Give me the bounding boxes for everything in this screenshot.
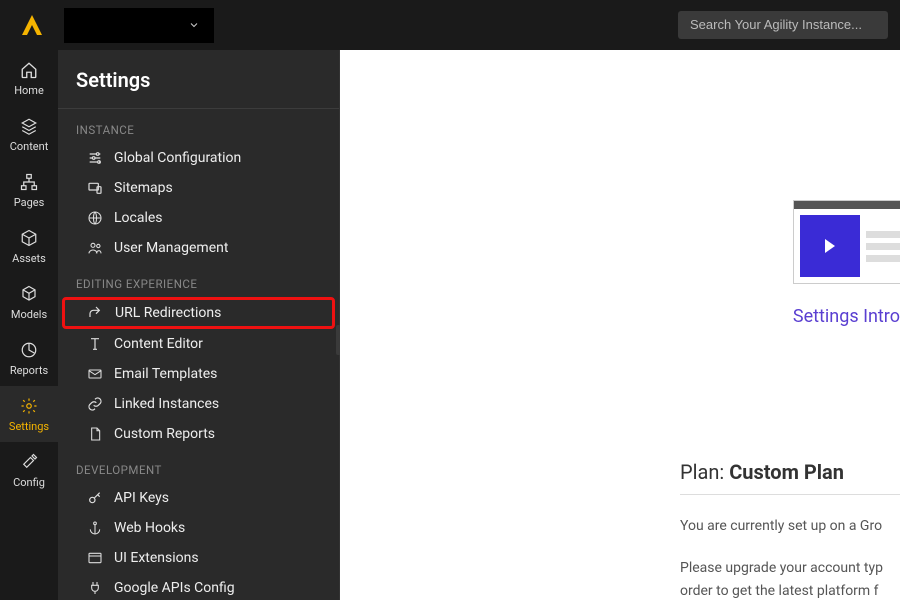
- menu-label: API Keys: [114, 490, 169, 506]
- window-icon: [86, 549, 104, 567]
- chevron-down-icon: [188, 16, 200, 35]
- plan-title: Plan: Custom Plan: [680, 460, 900, 495]
- plan-line: Please upgrade your account typ order to…: [680, 557, 900, 600]
- menu-content-editor[interactable]: Content Editor: [62, 329, 335, 359]
- section-editing: EDITING EXPERIENCE: [58, 263, 339, 297]
- cube-icon: [19, 284, 39, 304]
- rail-label: Content: [10, 140, 49, 153]
- rail-label: Models: [11, 308, 47, 321]
- section-development: DEVELOPMENT: [58, 449, 339, 483]
- nav-rail: Home Content Pages Assets Models Reports…: [0, 50, 58, 600]
- rail-label: Assets: [12, 252, 46, 265]
- mail-icon: [86, 365, 104, 383]
- sitemap-icon: [19, 172, 39, 192]
- rail-label: Config: [13, 476, 45, 489]
- menu-label: UI Extensions: [114, 550, 199, 566]
- menu-google-apis[interactable]: Google APIs Config: [62, 573, 335, 600]
- section-instance: INSTANCE: [58, 109, 339, 143]
- rail-assets[interactable]: Assets: [0, 218, 58, 274]
- agility-logo-icon: [20, 13, 44, 37]
- home-icon: [19, 60, 39, 80]
- menu-email-templates[interactable]: Email Templates: [62, 359, 335, 389]
- anchor-icon: [86, 519, 104, 537]
- search-input[interactable]: [690, 17, 876, 32]
- menu-label: Linked Instances: [114, 396, 219, 412]
- users-icon: [86, 239, 104, 257]
- menu-locales[interactable]: Locales: [62, 203, 335, 233]
- devices-icon: [86, 179, 104, 197]
- rail-label: Reports: [10, 364, 48, 377]
- menu-sitemaps[interactable]: Sitemaps: [62, 173, 335, 203]
- menu-custom-reports[interactable]: Custom Reports: [62, 419, 335, 449]
- video-thumbnail: [793, 200, 900, 284]
- play-icon: [800, 215, 860, 277]
- menu-label: URL Redirections: [115, 305, 221, 321]
- settings-title: Settings: [58, 50, 339, 108]
- gear-icon: [19, 396, 39, 416]
- menu-ui-extensions[interactable]: UI Extensions: [62, 543, 335, 573]
- intro-video-card[interactable]: Settings Intro Vide: [793, 200, 900, 327]
- layers-icon: [19, 116, 39, 136]
- rail-pages[interactable]: Pages: [0, 162, 58, 218]
- rail-models[interactable]: Models: [0, 274, 58, 330]
- redirect-icon: [87, 304, 105, 322]
- pie-icon: [19, 340, 39, 360]
- plug-icon: [86, 579, 104, 597]
- menu-label: User Management: [114, 240, 228, 256]
- intro-video-link[interactable]: Settings Intro Vide: [793, 306, 900, 327]
- box-icon: [19, 228, 39, 248]
- menu-label: Global Configuration: [114, 150, 241, 166]
- menu-api-keys[interactable]: API Keys: [62, 483, 335, 513]
- wrench-icon: [19, 452, 39, 472]
- search-input-wrap[interactable]: [678, 11, 888, 39]
- rail-label: Settings: [9, 420, 49, 433]
- rail-label: Home: [14, 84, 44, 97]
- menu-label: Email Templates: [114, 366, 217, 382]
- instance-selector[interactable]: [64, 8, 214, 43]
- rail-label: Pages: [14, 196, 45, 209]
- menu-label: Custom Reports: [114, 426, 215, 442]
- menu-global-config[interactable]: Global Configuration: [62, 143, 335, 173]
- plan-info: Plan: Custom Plan You are currently set …: [680, 460, 900, 600]
- menu-url-redirections[interactable]: URL Redirections: [62, 297, 335, 329]
- key-icon: [86, 489, 104, 507]
- document-icon: [86, 425, 104, 443]
- plan-line: You are currently set up on a Gro: [680, 515, 900, 537]
- rail-reports[interactable]: Reports: [0, 330, 58, 386]
- sliders-icon: [86, 149, 104, 167]
- menu-label: Locales: [114, 210, 163, 226]
- rail-home[interactable]: Home: [0, 50, 58, 106]
- topbar: [0, 0, 900, 50]
- text-icon: [86, 335, 104, 353]
- menu-linked-instances[interactable]: Linked Instances: [62, 389, 335, 419]
- link-icon: [86, 395, 104, 413]
- menu-user-management[interactable]: User Management: [62, 233, 335, 263]
- menu-label: Google APIs Config: [114, 580, 235, 596]
- menu-label: Sitemaps: [114, 180, 173, 196]
- menu-label: Web Hooks: [114, 520, 185, 536]
- globe-icon: [86, 209, 104, 227]
- settings-sidebar: Settings INSTANCE Global Configuration S…: [58, 50, 340, 600]
- menu-web-hooks[interactable]: Web Hooks: [62, 513, 335, 543]
- rail-settings[interactable]: Settings: [0, 386, 58, 442]
- content-area: Settings Intro Vide Plan: Custom Plan Yo…: [340, 50, 900, 600]
- rail-content[interactable]: Content: [0, 106, 58, 162]
- menu-label: Content Editor: [114, 336, 203, 352]
- rail-config[interactable]: Config: [0, 442, 58, 498]
- app-logo[interactable]: [12, 13, 52, 37]
